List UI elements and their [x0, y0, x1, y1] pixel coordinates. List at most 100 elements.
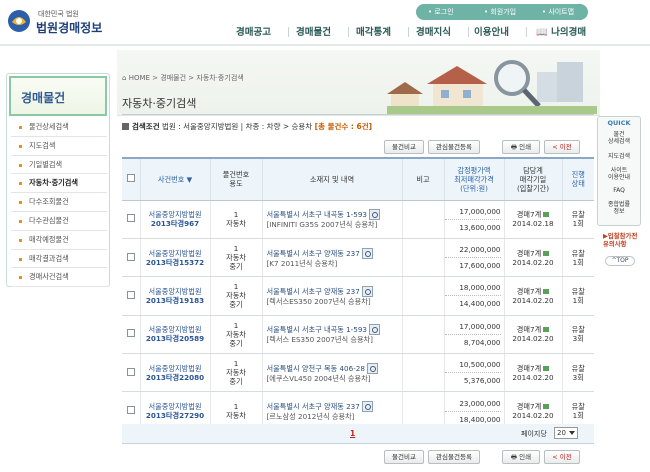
col-status[interactable]: 진행 상태 — [562, 157, 594, 201]
item-use: 자동차 중기 — [226, 291, 246, 310]
row-checkbox[interactable] — [126, 252, 135, 261]
item-number: 1 — [233, 402, 239, 412]
per-page-label: 페이지당 — [521, 430, 547, 438]
signup-link[interactable]: • 회원가입 — [484, 7, 516, 17]
top-button[interactable]: ^TOP — [605, 256, 635, 266]
gnb-sale-statistics[interactable]: 매각통계 — [356, 24, 391, 38]
address: 서울특별시 서초구 양재동 237 — [266, 402, 360, 412]
compare-button-bottom[interactable]: 물건비교 — [384, 450, 424, 464]
sidebar-item[interactable]: 기일별검색 — [11, 156, 107, 175]
prev-button-bottom[interactable]: < 이전 — [544, 450, 580, 464]
case-cell[interactable]: 서울중앙지방법원 2013타경967 — [140, 200, 211, 239]
gnb-usage-guide[interactable]: 이용안내 — [474, 24, 509, 38]
sidebar-item[interactable]: 자동차·중기검색 — [11, 174, 107, 194]
sidebar-title: 경매물건 — [21, 91, 66, 105]
quick-faq[interactable]: FAQ — [598, 187, 640, 194]
col-case-number[interactable]: 사건번호 ▼ — [140, 157, 211, 201]
breadcrumb-item[interactable]: 경매물건 — [160, 74, 186, 82]
sidebar-item[interactable]: 경매사건검색 — [11, 268, 107, 288]
case-number: 2013타경967 — [150, 219, 200, 229]
sidebar-item[interactable]: 매각예정물건 — [11, 231, 107, 250]
note-cell — [402, 276, 445, 316]
interest-register-button-bottom[interactable]: 관심물건등록 — [428, 450, 480, 464]
title-divider — [122, 114, 594, 115]
print-button-bottom[interactable]: 🖶 인쇄 — [502, 450, 540, 464]
row-checkbox[interactable] — [126, 329, 135, 338]
login-link[interactable]: • 로그인 — [428, 7, 454, 17]
case-cell[interactable]: 서울중앙지방법원 2013타경20589 — [140, 315, 211, 355]
case-cell[interactable]: 서울중앙지방법원 2013타경15372 — [140, 238, 211, 278]
location-cell[interactable]: 서울특별시 서초구 내곡동 1-593 [렉서스 ES350 2007년식 승용차… — [262, 315, 403, 355]
gnb-auction-knowledge[interactable]: 경매지식 — [416, 24, 451, 38]
sidebar-item[interactable]: 지도검색 — [11, 137, 107, 156]
price-cell: 10,500,000 5,376,000 — [444, 353, 505, 393]
quick-detail-search[interactable]: 물건 상세검색 — [598, 131, 640, 145]
breadcrumb-item[interactable]: 자동차·중기검색 — [196, 74, 243, 82]
logo-title: 법원경매정보 — [36, 21, 103, 35]
calendar-icon[interactable] — [543, 365, 550, 371]
button-bar-bottom: 물건비교 관심물건등록 🖶 인쇄 < 이전 — [380, 450, 594, 464]
map-icon[interactable] — [368, 209, 380, 221]
calendar-icon[interactable] — [543, 250, 550, 256]
interest-register-button[interactable]: 관심물건등록 — [428, 140, 480, 154]
page-number-current[interactable]: 1 — [350, 429, 355, 438]
row-checkbox[interactable] — [126, 214, 135, 223]
gnb-my-auction[interactable]: 📖 나의경매 — [536, 24, 586, 38]
house-magnifier-illustration — [387, 60, 597, 114]
map-icon[interactable] — [361, 247, 373, 259]
case-court: 서울중앙지방법원 — [148, 363, 202, 373]
row-checkbox[interactable] — [126, 406, 135, 415]
sale-date: 2014.02.20 — [512, 372, 554, 382]
col-sale-date[interactable]: 담당계 매각기일 (입찰기간) — [504, 157, 563, 201]
quick-site-guide[interactable]: 사이트 이용안내 — [598, 167, 640, 181]
map-icon[interactable] — [368, 324, 380, 336]
select-all-checkbox[interactable] — [126, 174, 135, 183]
compare-button[interactable]: 물건비교 — [384, 140, 424, 154]
calendar-icon[interactable] — [543, 404, 550, 410]
per-page-select[interactable]: 20 — [554, 427, 578, 439]
quick-legal-info[interactable]: 종합법률 정보 — [598, 201, 640, 215]
row-checkbox[interactable] — [126, 290, 135, 299]
calendar-icon[interactable] — [543, 288, 550, 294]
sidebar-item[interactable]: 다수관심물건 — [11, 212, 107, 231]
case-court: 서울중앙지방법원 — [148, 402, 202, 412]
prev-button[interactable]: < 이전 — [544, 140, 580, 154]
bidding-notice-link[interactable]: ▶입찰참가전 유의사항 — [603, 232, 641, 248]
location-cell[interactable]: 서울특별시 서초구 양재동 237 [렉서스ES350 2007년식 승용차] — [262, 276, 403, 316]
quick-map-search[interactable]: 지도검색 — [598, 153, 640, 160]
gnb-auction-items[interactable]: 경매물건 — [296, 24, 331, 38]
breadcrumb-home[interactable]: HOME — [129, 74, 150, 82]
location-cell[interactable]: 서울특별시 서초구 내곡동 1-593 [INFINITI G35S 2007년식… — [262, 200, 403, 239]
map-icon[interactable] — [366, 362, 378, 374]
col-note: 비고 — [402, 157, 445, 201]
court-emblem-icon — [8, 10, 30, 32]
case-cell[interactable]: 서울중앙지방법원 2013타경22080 — [140, 353, 211, 393]
print-button[interactable]: 🖶 인쇄 — [502, 140, 540, 154]
location-cell[interactable]: 서울특별시 서초구 양재동 237 [K7 2011년식 승용차] — [262, 238, 403, 278]
case-cell[interactable]: 서울중앙지방법원 2013타경19183 — [140, 276, 211, 316]
calendar-icon[interactable] — [543, 212, 550, 218]
status-cell: 유찰 1회 — [562, 276, 594, 316]
sitemap-link[interactable]: • 사이트맵 — [542, 7, 574, 17]
vehicle-desc: [렉서스 ES350 2007년식 승용차] — [266, 335, 373, 345]
sidebar-item[interactable]: 물건상세검색 — [11, 118, 107, 137]
calendar-icon[interactable] — [543, 327, 550, 333]
sale-date-cell: 경매7계 2014.02.20 — [504, 276, 563, 316]
col-price[interactable]: 감정평가액 최저매각가격 (단위:원) — [444, 157, 505, 201]
item-cell: 1 자동차 중기 — [210, 276, 263, 316]
site-logo[interactable]: 대한민국 법원 법원경매정보 — [6, 6, 116, 42]
row-checkbox[interactable] — [126, 367, 135, 376]
sidebar-item[interactable]: 매각결과검색 — [11, 250, 107, 269]
sale-date-cell: 경매7계 2014.02.20 — [504, 238, 563, 278]
gnb-auction-notice[interactable]: 경매공고 — [236, 24, 271, 38]
sidebar: 경매물건 물건상세검색 지도검색 기일별검색 자동차·중기검색 다수조회물건 다수관심물건… — [6, 73, 110, 288]
price-cell: 17,000,000 8,704,000 — [444, 315, 505, 355]
item-use: 자동차 중기 — [226, 253, 246, 272]
map-icon[interactable] — [361, 285, 373, 297]
case-number: 2013타경15372 — [145, 257, 205, 267]
map-icon[interactable] — [361, 401, 373, 413]
breadcrumb: ⌂ HOME > 경매물건 > 자동차·중기검색 — [122, 74, 244, 82]
sidebar-item[interactable]: 다수조회물건 — [11, 193, 107, 212]
location-cell[interactable]: 서울특별시 양천구 목동 406-28 [에쿠스VL450 2004년식 승용차] — [262, 353, 403, 393]
sale-date: 2014.02.20 — [512, 411, 554, 421]
